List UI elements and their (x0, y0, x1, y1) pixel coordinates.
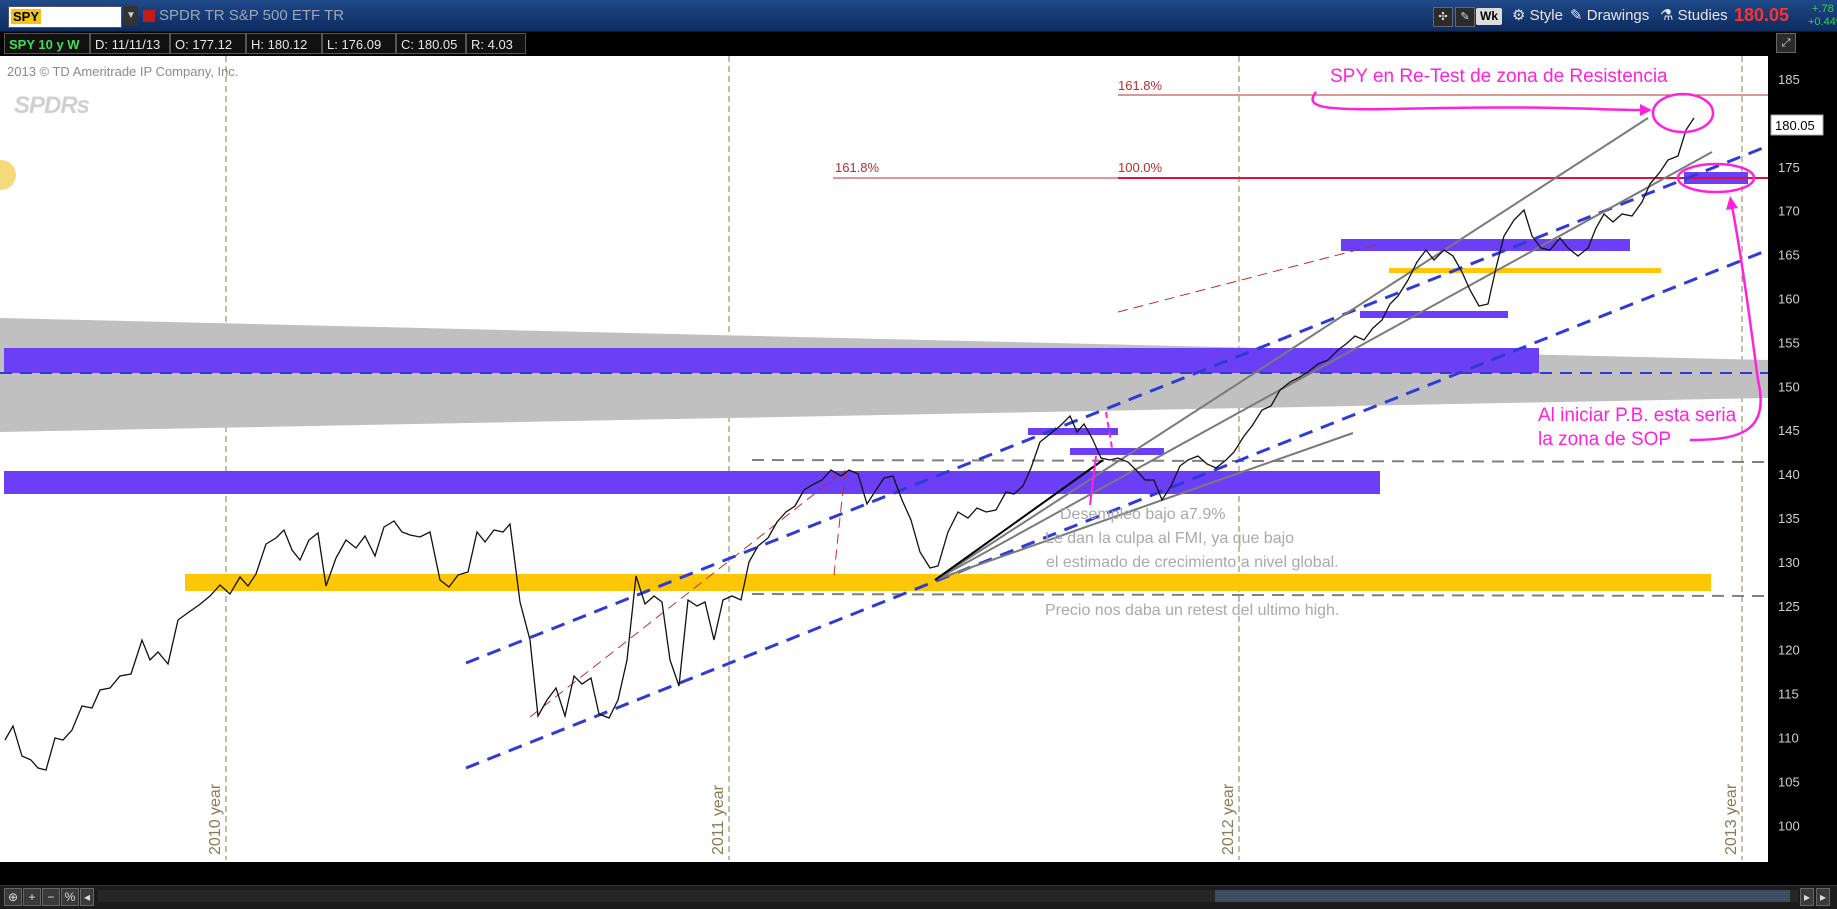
percent-toggle[interactable]: % (61, 888, 79, 906)
y-tick-label: 175 (1778, 160, 1800, 175)
fib-label: 161.8% (835, 160, 880, 175)
range-value: R: 4.03 (466, 33, 526, 54)
year-label: 2013 year (1723, 783, 1740, 855)
style-icon: ⚙ (1512, 7, 1530, 24)
price-chart[interactable]: 1851801751701651601551501451401351301251… (0, 56, 1837, 862)
scrollbar-thumb[interactable] (1215, 890, 1790, 902)
open-value: O: 177.12 (170, 33, 246, 54)
wrench-icon[interactable]: ✎ (1455, 7, 1475, 27)
y-tick-label: 140 (1778, 467, 1800, 482)
scroll-end-icon[interactable]: ▸ (1816, 888, 1830, 906)
symbol-input[interactable]: SPY (8, 6, 122, 28)
zoom-out-icon[interactable]: − (42, 888, 60, 906)
y-tick-label: 150 (1778, 379, 1800, 394)
link-color-icon[interactable] (143, 10, 155, 22)
year-label: 2011 year (710, 785, 727, 855)
studies-icon: ⚗ (1660, 7, 1678, 24)
pencil-icon: ✎ (1570, 7, 1587, 24)
scroll-right-icon[interactable]: ▸ (1800, 888, 1814, 906)
y-tick-label: 120 (1778, 643, 1800, 658)
support-annotation-2: la zona de SOP (1538, 429, 1672, 450)
y-tick-label: 100 (1778, 818, 1800, 833)
note-line: Precio nos daba un retest del ultimo hig… (1045, 602, 1340, 619)
blue-zone-small (1360, 311, 1508, 318)
style-menu[interactable]: ⚙ Style (1512, 6, 1563, 26)
net-change: +.78 (1812, 3, 1834, 15)
note-line: Le dan la culpa al FMI, ya que bajo (1045, 530, 1295, 547)
zoom-fit-icon[interactable]: ⊕ (4, 888, 22, 906)
studies-menu[interactable]: ⚗ Studies (1660, 6, 1728, 26)
y-tick-label: 125 (1778, 599, 1800, 614)
zoom-in-icon[interactable]: + (23, 888, 41, 906)
y-tick-label: 165 (1778, 248, 1800, 263)
style-label: Style (1529, 7, 1563, 24)
blue-zone-band (4, 471, 1380, 494)
drawings-menu[interactable]: ✎ Drawings (1570, 6, 1649, 26)
copyright-text: 2013 © TD Ameritrade IP Company, Inc. (7, 64, 239, 79)
y-tick-label: 135 (1778, 511, 1800, 526)
y-tick-label: 110 (1778, 731, 1799, 746)
aggregation-label: SPY 10 y W (4, 33, 90, 54)
y-tick-label: 160 (1778, 292, 1800, 307)
y-tick-label: 115 (1778, 687, 1799, 702)
retest-annotation: SPY en Re-Test de zona de Resistencia (1330, 66, 1668, 87)
drawings-label: Drawings (1586, 7, 1650, 24)
plot-area (0, 56, 1768, 862)
last-price: 180.05 (1734, 5, 1790, 25)
spdr-logo: SPDRs (14, 92, 90, 119)
note-line: Desempleo bajo a7.9% (1060, 506, 1226, 523)
low-value: L: 176.09 (322, 33, 396, 54)
instrument-description: SPDR TR S&P 500 ETF TR (159, 7, 345, 24)
percent-change: +0.44% (1808, 16, 1837, 28)
year-label: 2010 year (207, 783, 224, 855)
year-label: 2012 year (1220, 783, 1237, 855)
expand-icon[interactable]: ⤢ (1776, 33, 1796, 53)
price-badge-text: 180.05 (1775, 118, 1815, 133)
high-value: H: 180.12 (246, 33, 322, 54)
blue-zone-small (1070, 448, 1164, 455)
y-tick-label: 170 (1778, 204, 1800, 219)
y-tick-label: 130 (1778, 555, 1800, 570)
y-tick-label: 145 (1778, 423, 1800, 438)
studies-label: Studies (1677, 7, 1728, 24)
symbol-dropdown-icon[interactable]: ▼ (124, 6, 138, 26)
blue-zone-band (4, 348, 1539, 373)
crosshair-icon[interactable]: ✣ (1433, 7, 1453, 27)
fib-label: 161.8% (1118, 78, 1163, 93)
note-line: el estimado de crecimiento a nivel globa… (1046, 554, 1339, 571)
symbol-text: SPY (11, 9, 42, 24)
y-tick-label: 185 (1778, 72, 1800, 87)
y-tick-label: 105 (1778, 774, 1800, 789)
y-tick-label: 155 (1778, 335, 1800, 350)
date-value: D: 11/11/13 (90, 33, 170, 54)
close-value: C: 180.05 (396, 33, 466, 54)
blue-zone-small (1028, 428, 1118, 435)
yellow-zone-small (1389, 268, 1661, 273)
support-annotation-1: Al iniciar P.B. esta seria (1538, 405, 1737, 426)
aggregation-button[interactable]: Wk (1476, 8, 1502, 25)
fib-label: 100.0% (1118, 160, 1163, 175)
scroll-left-icon[interactable]: ◂ (80, 888, 94, 906)
